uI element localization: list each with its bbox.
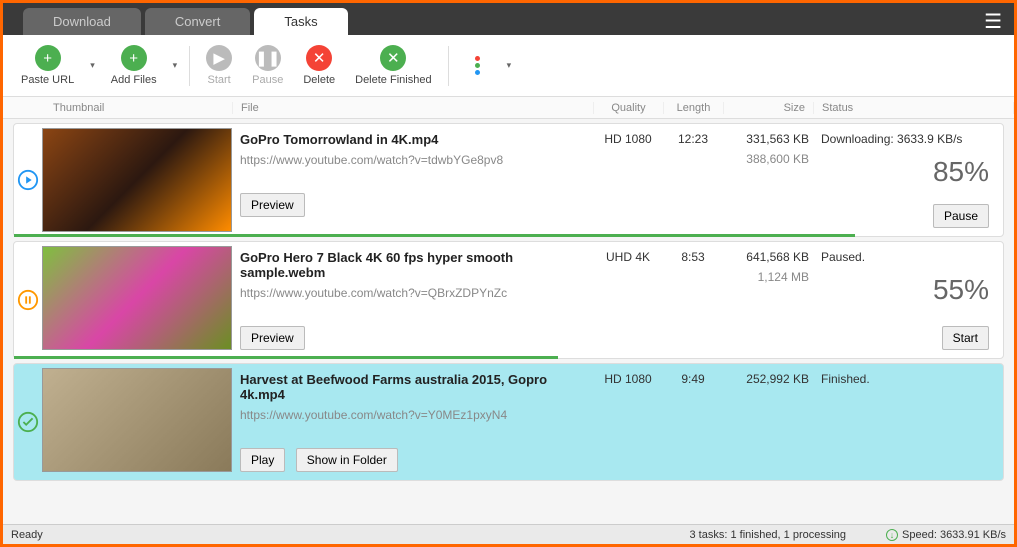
column-headers: Thumbnail File Quality Length Size Statu… (3, 97, 1014, 119)
task-row[interactable]: GoPro Tomorrowland in 4K.mp4 https://www… (13, 123, 1004, 237)
start-button[interactable]: ▶ Start (196, 41, 242, 90)
menu-icon[interactable]: ☰ (984, 9, 1002, 34)
progress-bar (14, 356, 558, 359)
tab-tasks[interactable]: Tasks (254, 8, 347, 35)
size-cell: 641,568 KB 1,124 MB (723, 242, 813, 358)
quality-cell: UHD 4K (593, 242, 663, 358)
header-length[interactable]: Length (664, 102, 724, 114)
file-title: GoPro Hero 7 Black 4K 60 fps hyper smoot… (240, 250, 585, 280)
play-button[interactable]: Play (240, 448, 285, 472)
size-cell: 252,992 KB (723, 364, 813, 480)
thumbnail (42, 368, 232, 472)
status-bar: Ready 3 tasks: 1 finished, 1 processing … (3, 524, 1014, 544)
view-options-button[interactable] (455, 49, 501, 83)
add-files-dropdown[interactable]: ▾ (167, 60, 184, 71)
preview-button[interactable]: Preview (240, 326, 305, 350)
download-icon: ↓ (886, 529, 898, 541)
separator (448, 46, 449, 86)
plus-icon: + (121, 45, 147, 71)
size-cell: 331,563 KB 388,600 KB (723, 124, 813, 236)
thumbnail (42, 128, 232, 232)
status-speed: ↓ Speed: 3633.91 KB/s (886, 529, 1006, 541)
delete-button[interactable]: ✕ Delete (293, 41, 345, 90)
play-state-icon (14, 124, 42, 236)
pause-task-button[interactable]: Pause (933, 204, 989, 228)
start-task-button[interactable]: Start (942, 326, 989, 350)
play-icon: ▶ (206, 45, 232, 71)
close-icon: ✕ (306, 45, 332, 71)
show-in-folder-button[interactable]: Show in Folder (296, 448, 398, 472)
file-title: Harvest at Beefwood Farms australia 2015… (240, 372, 585, 402)
separator (189, 46, 190, 86)
view-options-dropdown[interactable]: ▾ (501, 60, 518, 71)
percent-label: 85% (821, 156, 989, 188)
status-cell: Paused. 55% Start (813, 242, 1003, 358)
thumbnail (42, 246, 232, 350)
pause-state-icon (14, 242, 42, 358)
header-quality[interactable]: Quality (594, 102, 664, 114)
status-cell: Finished. (813, 364, 1003, 480)
file-url: https://www.youtube.com/watch?v=tdwbYGe8… (240, 153, 585, 167)
quality-cell: HD 1080 (593, 124, 663, 236)
progress-bar (14, 234, 855, 237)
status-ready: Ready (11, 529, 43, 541)
pause-button[interactable]: ❚❚ Pause (242, 41, 293, 90)
header-status[interactable]: Status (814, 102, 1014, 114)
task-row[interactable]: GoPro Hero 7 Black 4K 60 fps hyper smoot… (13, 241, 1004, 359)
tab-convert[interactable]: Convert (145, 8, 251, 35)
status-cell: Downloading: 3633.9 KB/s 85% Pause (813, 124, 1003, 236)
quality-cell: HD 1080 (593, 364, 663, 480)
file-url: https://www.youtube.com/watch?v=Y0MEz1px… (240, 408, 585, 422)
pause-icon: ❚❚ (255, 45, 281, 71)
check-icon: ✕ (380, 45, 406, 71)
percent-label: 55% (821, 274, 989, 306)
task-row[interactable]: Harvest at Beefwood Farms australia 2015… (13, 363, 1004, 481)
check-state-icon (14, 364, 42, 480)
length-cell: 8:53 (663, 242, 723, 358)
tab-bar: Download Convert Tasks ☰ (3, 3, 1014, 35)
file-url: https://www.youtube.com/watch?v=QBrxZDPY… (240, 286, 585, 300)
header-thumbnail[interactable]: Thumbnail (3, 102, 233, 114)
paste-url-button[interactable]: + Paste URL (11, 41, 84, 90)
plus-icon: + (35, 45, 61, 71)
delete-finished-button[interactable]: ✕ Delete Finished (345, 41, 441, 90)
length-cell: 12:23 (663, 124, 723, 236)
status-summary: 3 tasks: 1 finished, 1 processing (690, 529, 847, 541)
header-size[interactable]: Size (724, 102, 814, 114)
preview-button[interactable]: Preview (240, 193, 305, 217)
length-cell: 9:49 (663, 364, 723, 480)
toolbar: + Paste URL ▾ + Add Files ▾ ▶ Start ❚❚ P… (3, 35, 1014, 97)
paste-url-dropdown[interactable]: ▾ (84, 60, 101, 71)
header-file[interactable]: File (233, 102, 594, 114)
dots-icon (465, 53, 491, 79)
task-list: GoPro Tomorrowland in 4K.mp4 https://www… (3, 119, 1014, 524)
tab-download[interactable]: Download (23, 8, 141, 35)
file-title: GoPro Tomorrowland in 4K.mp4 (240, 132, 585, 147)
add-files-button[interactable]: + Add Files (101, 41, 167, 90)
